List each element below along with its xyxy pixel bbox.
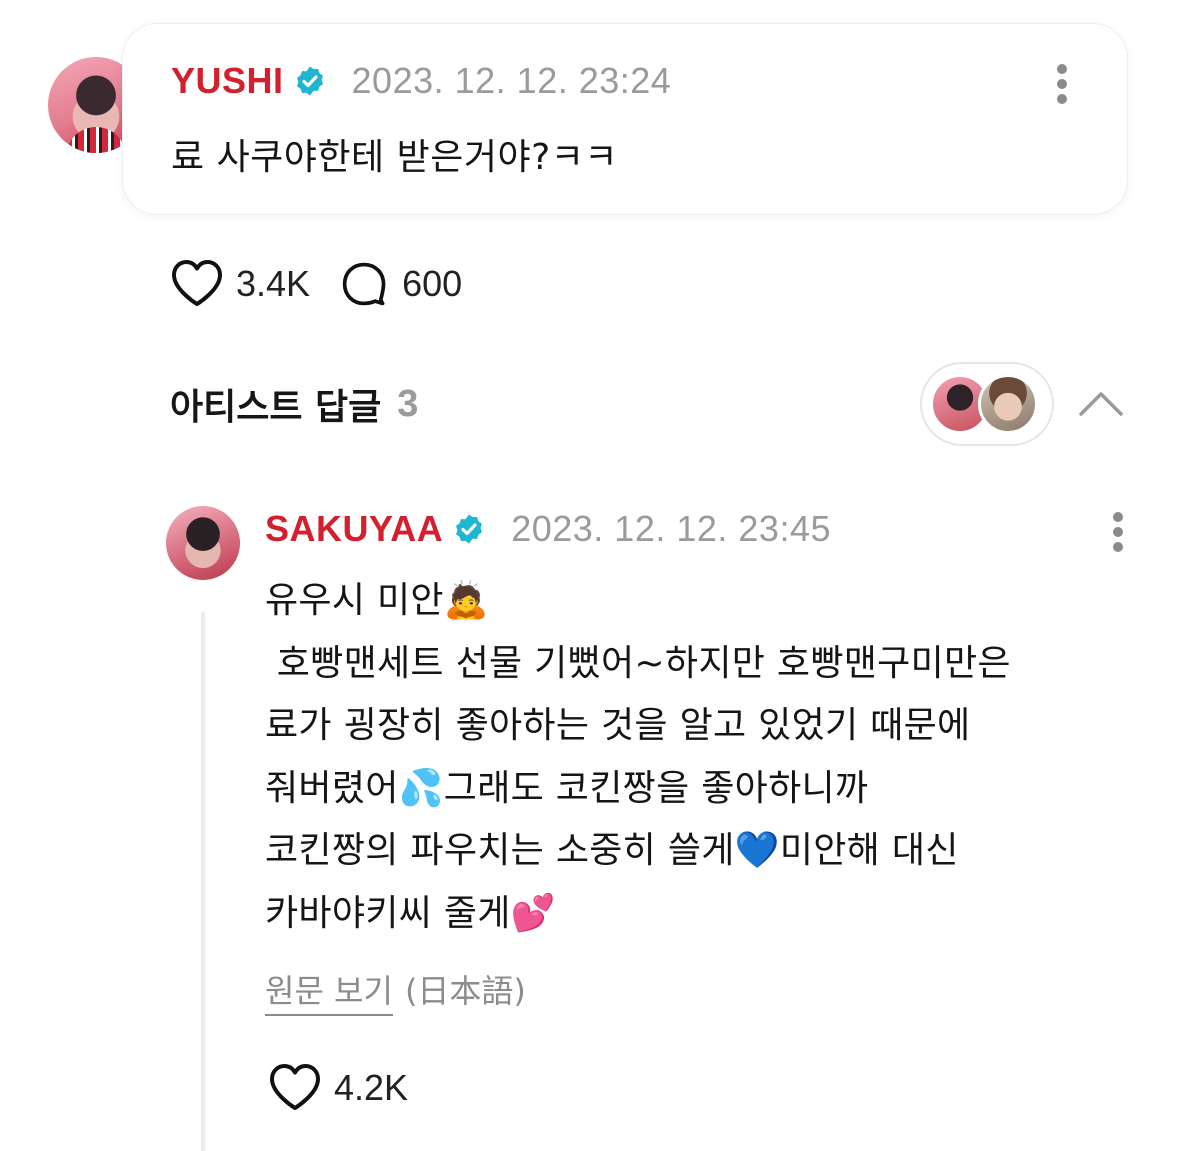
view-original-link[interactable]: 원문 보기 bbox=[265, 966, 393, 1016]
verified-badge-icon bbox=[296, 66, 323, 96]
heart-icon[interactable] bbox=[268, 1063, 322, 1113]
like-count: 4.2K bbox=[334, 1067, 409, 1108]
like-count: 3.4K bbox=[236, 263, 311, 304]
reply-text-line: 호빵맨세트 선물 기뻤어~하지만 호빵맨구미만은 bbox=[265, 642, 1011, 684]
artist-replies-header[interactable]: 아티스트 답글 3 bbox=[170, 378, 418, 430]
reply-header: SAKUYAA 2023. 12. 12. 23:45 bbox=[265, 508, 831, 550]
comment-author-name[interactable]: YUSHI bbox=[171, 60, 284, 102]
sakuyaa-avatar[interactable] bbox=[166, 506, 240, 580]
more-vertical-icon[interactable] bbox=[1055, 64, 1069, 104]
comment-text: 료 사쿠야한테 받은거야?ㅋㅋ bbox=[171, 137, 618, 178]
verified-badge-icon bbox=[456, 514, 483, 544]
reply-text-line: 료가 굉장히 좋아하는 것을 알고 있었기 때문에 bbox=[265, 705, 971, 746]
comment-stats: 3.4K 600 bbox=[170, 258, 462, 310]
reply-avatars-group[interactable] bbox=[922, 364, 1052, 444]
thread-line bbox=[201, 612, 205, 1151]
reply-text-line: 카바야키씨 줄게💕 bbox=[265, 892, 556, 934]
original-language-label: (日本語) bbox=[404, 972, 526, 1010]
more-vertical-icon[interactable] bbox=[1111, 512, 1125, 552]
heart-icon[interactable] bbox=[170, 259, 224, 309]
comment-bubble: YUSHI 2023. 12. 12. 23:24 료 사쿠야한테 받은거야?ㅋ… bbox=[123, 24, 1127, 214]
reply-timestamp: 2023. 12. 12. 23:45 bbox=[511, 508, 831, 549]
reply-text-line: 줘버렸어💦그래도 코킨짱을 좋아하니까 bbox=[265, 767, 869, 809]
translation-toggle: 원문 보기 (日本語) bbox=[265, 966, 526, 1016]
comment-timestamp: 2023. 12. 12. 23:24 bbox=[351, 60, 672, 101]
chevron-up-icon[interactable] bbox=[1078, 388, 1124, 418]
reply-text-line: 코킨짱의 파우치는 소중히 쓸게💙미안해 대신 bbox=[265, 830, 959, 871]
reply-stats: 4.2K bbox=[268, 1062, 408, 1114]
artist-replies-count: 3 bbox=[397, 382, 419, 425]
avatar bbox=[978, 374, 1038, 434]
artist-replies-title: 아티스트 답글 bbox=[170, 387, 382, 428]
reply-text-line: 유우시 미안🙇 bbox=[265, 580, 489, 621]
reply-author-name[interactable]: SAKUYAA bbox=[265, 508, 443, 550]
reply-count: 600 bbox=[402, 263, 463, 304]
reply-text: 유우시 미안🙇 호빵맨세트 선물 기뻤어~하지만 호빵맨구미만은 료가 굉장히 … bbox=[265, 570, 1145, 945]
comment-header: YUSHI 2023. 12. 12. 23:24 bbox=[171, 60, 671, 102]
comment-bubble-icon[interactable] bbox=[340, 259, 390, 309]
post-comment-thread: YUSHI 2023. 12. 12. 23:24 료 사쿠야한테 받은거야?ㅋ… bbox=[0, 0, 1178, 1151]
